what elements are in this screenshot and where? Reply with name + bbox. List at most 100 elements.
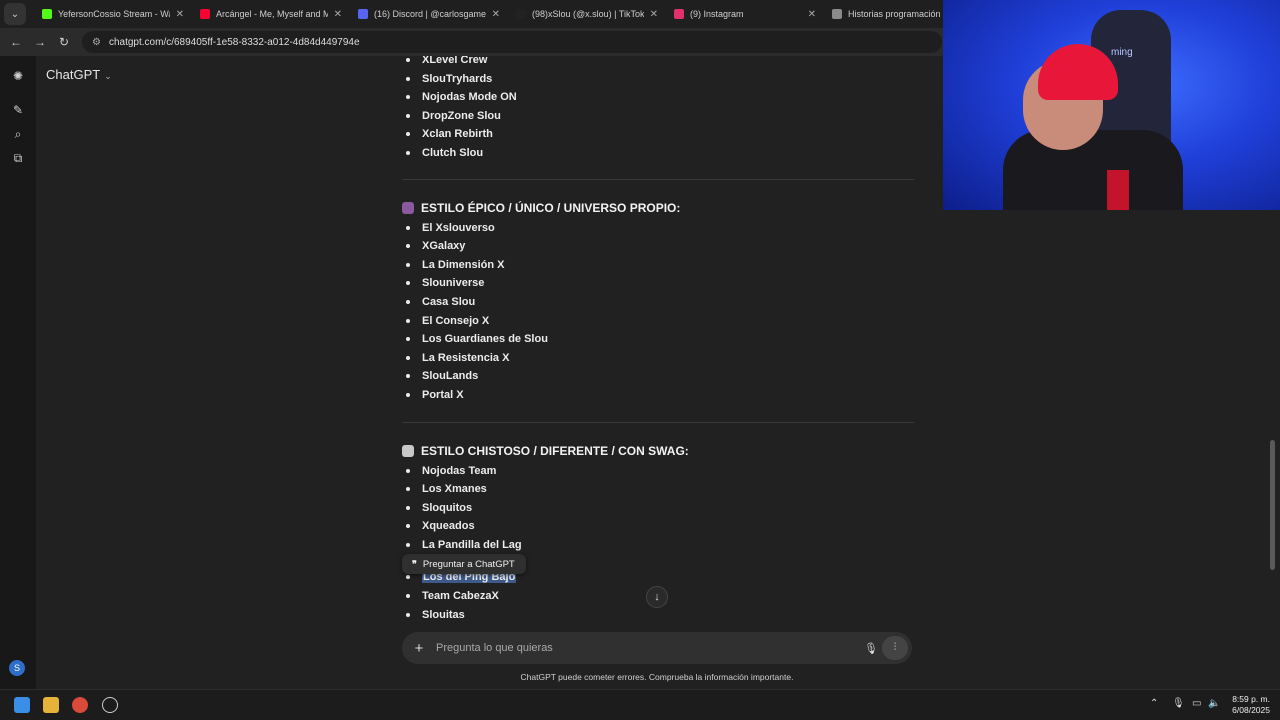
avatar[interactable]: S: [9, 660, 25, 676]
list-item-text: Team CabezaX: [422, 590, 499, 603]
list-item: El Xslouverso: [402, 219, 914, 238]
list-item: Nojodas Team: [402, 462, 914, 481]
chair-text: ming: [1111, 47, 1133, 58]
app-icon[interactable]: [102, 697, 118, 713]
list-item: SlouLands: [402, 367, 914, 386]
conversation-area: XLevel Crew SlouTryhards Nojodas Mode ON Dr…: [402, 56, 914, 634]
site-info-icon[interactable]: ⚙: [92, 37, 101, 48]
list-top: XLevel Crew SlouTryhards Nojodas Mode ON Dr…: [402, 56, 914, 163]
list-item: La Resistencia X: [402, 349, 914, 368]
new-chat-icon[interactable]: ✎: [10, 102, 26, 118]
list-item-text: Xclan Rebirth: [422, 128, 493, 141]
tab-search-button[interactable]: ⌄: [4, 3, 26, 25]
webcam-overlay: ming: [943, 0, 1280, 210]
microphone-icon[interactable]: 🎙: [860, 642, 882, 655]
system-clock[interactable]: 8:59 p. m. 6/08/2025: [1232, 694, 1270, 716]
microphone-tray-icon[interactable]: 🎙: [1172, 698, 1185, 709]
tab-title: YefersonCossio Stream - Watch: [58, 9, 170, 19]
chevron-down-icon: ⌄: [104, 71, 112, 81]
browser-tab[interactable]: (16) Discord | @carlosgamer ✕: [350, 0, 508, 28]
list-item-text: Portal X: [422, 388, 464, 401]
chrome-icon[interactable]: [72, 697, 88, 713]
list-item: Xclan Rebirth: [402, 125, 914, 144]
ask-chatgpt-label: Preguntar a ChatGPT: [422, 558, 515, 570]
close-icon[interactable]: ✕: [650, 9, 658, 20]
tab-title: Arcángel - Me, Myself and My: [216, 9, 328, 19]
section-heading-epic: ESTILO ÉPICO / ÚNICO / UNIVERSO PROPIO:: [402, 198, 914, 218]
list-item-text: Nojodas Team: [422, 464, 497, 477]
windows-start-icon[interactable]: [14, 697, 30, 713]
file-explorer-icon[interactable]: [43, 697, 59, 713]
list-item: Los Xmanes: [402, 480, 914, 499]
volume-icon[interactable]: 🔈: [1208, 698, 1220, 709]
tab-title: (98)xSlou (@x.slou) | TikTok: [532, 9, 644, 19]
list-item-text: La Pandilla del Lag: [422, 538, 522, 551]
divider: [402, 421, 914, 423]
voice-mode-button[interactable]: ⫶: [882, 636, 908, 660]
list-item: Nojodas Mode ON: [402, 88, 914, 107]
list-item: Xqueados: [402, 517, 914, 536]
list-item: Slouitas: [402, 606, 914, 625]
chevron-up-icon[interactable]: ⌃: [1150, 698, 1158, 709]
list-item-text: La Resistencia X: [422, 351, 510, 364]
browser-tab[interactable]: YefersonCossio Stream - Watch ✕: [34, 0, 192, 28]
model-selector[interactable]: ChatGPT ⌄: [46, 67, 112, 82]
list-item-text: El Consejo X: [422, 314, 490, 327]
list-item-text: El Xslouverso: [422, 221, 495, 234]
plus-icon[interactable]: +: [402, 640, 436, 657]
tab-title: (9) Instagram: [690, 9, 744, 19]
list-item: La Pandilla del Lag: [402, 536, 914, 555]
list-item: Portal X: [402, 386, 914, 405]
list-item-text: Casa Slou: [422, 295, 476, 308]
divider: [402, 178, 914, 180]
list-item: Clutch Slou: [402, 144, 914, 163]
crystal-ball-icon: [402, 201, 414, 214]
list-item-text: XGalaxy: [422, 240, 466, 253]
scrollbar[interactable]: [1270, 440, 1275, 570]
ask-chatgpt-popup[interactable]: ❞ Preguntar a ChatGPT: [402, 554, 526, 574]
back-button[interactable]: ←: [4, 35, 28, 49]
close-icon[interactable]: ✕: [492, 9, 500, 20]
openai-logo-icon[interactable]: ✺: [10, 68, 26, 84]
list-item: XLevel Crew: [402, 56, 914, 70]
list-item: Slouniverse: [402, 274, 914, 293]
close-icon[interactable]: ✕: [176, 9, 184, 20]
tiktok-icon: [516, 9, 526, 19]
list-item-text: SlouLands: [422, 370, 479, 383]
list-funny: Nojodas Team Los Xmanes Sloquitos Xqueados L…: [402, 462, 914, 555]
kick-icon: [42, 9, 52, 19]
display-icon[interactable]: ▭: [1192, 698, 1201, 709]
model-name: ChatGPT: [46, 67, 101, 82]
person-body: [1003, 130, 1183, 210]
browser-tab[interactable]: (9) Instagram ✕: [666, 0, 824, 28]
forward-button[interactable]: →: [28, 35, 52, 49]
globe-icon: [832, 9, 842, 19]
close-icon[interactable]: ✕: [334, 9, 342, 20]
url-text: chatgpt.com/c/689405ff-1e58-8332-a012-4d…: [108, 36, 360, 48]
list-item-text: Clutch Slou: [422, 146, 484, 159]
list-item: El Consejo X: [402, 312, 914, 331]
browser-tab[interactable]: Arcángel - Me, Myself and My ✕: [192, 0, 350, 28]
list-item: XGalaxy: [402, 237, 914, 256]
address-bar[interactable]: ⚙ chatgpt.com/c/689405ff-1e58-8332-a012-…: [82, 31, 942, 53]
list-item-text: XLevel Crew: [422, 56, 488, 66]
list-item: La Dimensión X: [402, 256, 914, 275]
close-icon[interactable]: ✕: [808, 9, 816, 20]
search-icon[interactable]: ⌕: [10, 126, 26, 142]
quote-icon: ❞: [412, 558, 417, 569]
reload-button[interactable]: ↻: [52, 35, 76, 49]
section-title: ESTILO CHISTOSO / DIFERENTE / CON SWAG:: [421, 443, 689, 458]
prompt-input[interactable]: Pregunta lo que quieras: [436, 642, 860, 654]
library-icon[interactable]: ⧉: [10, 150, 26, 166]
list-item-text: Sloquitos: [422, 501, 473, 514]
scroll-down-button[interactable]: ↓: [646, 586, 668, 608]
clock-date: 6/08/2025: [1232, 705, 1270, 715]
list-item-text: DropZone Slou: [422, 109, 501, 122]
list-item-text: Los Guardianes de Slou: [422, 333, 548, 346]
list-item-text: Nojodas Mode ON: [422, 91, 517, 104]
composer[interactable]: + Pregunta lo que quieras 🎙 ⫶: [402, 632, 912, 664]
taskbar: ⌃ 🎙 ▭ 🔈 8:59 p. m. 6/08/2025: [0, 689, 1280, 720]
browser-tab[interactable]: (98)xSlou (@x.slou) | TikTok ✕: [508, 0, 666, 28]
list-item: Los Guardianes de Slou: [402, 330, 914, 349]
list-item-text: SlouTryhards: [422, 72, 493, 85]
